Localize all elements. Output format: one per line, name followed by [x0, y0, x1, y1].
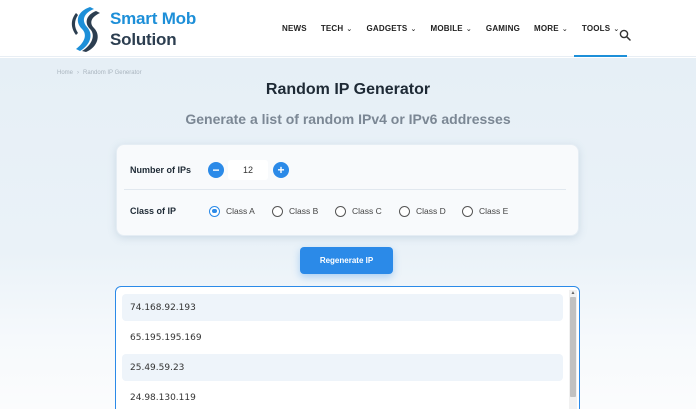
- logo-mark-icon: [71, 7, 100, 52]
- breadcrumb-home[interactable]: Home: [57, 70, 73, 76]
- radio-dot: [462, 205, 473, 217]
- nav-item-label: NEWS: [282, 24, 307, 33]
- radio-class-a[interactable]: Class A: [209, 205, 255, 217]
- options-divider: [124, 189, 566, 190]
- breadcrumb-separator: ›: [77, 70, 80, 76]
- nav-item-more[interactable]: MORE ⌄: [534, 0, 568, 57]
- radio-dot: [209, 205, 220, 217]
- increment-button[interactable]: +: [273, 162, 289, 178]
- radio-class-b[interactable]: Class B: [272, 205, 318, 217]
- nav-item-gaming[interactable]: GAMING: [486, 0, 520, 57]
- options-card: [116, 144, 579, 236]
- radio-class-e[interactable]: Class E: [462, 205, 508, 217]
- page-subtitle: Generate a list of random IPv4 or IPv6 a…: [185, 111, 511, 127]
- regenerate-ip-button[interactable]: Regenerate IP: [300, 247, 393, 274]
- radio-label: Class D: [416, 206, 446, 216]
- nav-item-gadgets[interactable]: GADGETS ⌄: [366, 0, 416, 57]
- breadcrumb: Home › Random IP Generator: [57, 70, 142, 76]
- minus-icon: −: [212, 163, 220, 177]
- ip-count-label: Number of IPs: [130, 165, 192, 175]
- radio-label: Class E: [479, 206, 509, 216]
- radio-label: Class A: [226, 206, 255, 216]
- main-nav: NEWS TECH ⌄ GADGETS ⌄ MOBILE ⌄ GAMING MO…: [270, 0, 627, 57]
- chevron-down-icon: ⌄: [561, 25, 568, 33]
- search-icon[interactable]: [619, 29, 631, 41]
- nav-item-label: GAMING: [485, 24, 520, 33]
- radio-dot: [272, 205, 283, 217]
- radio-dot: [399, 205, 410, 217]
- plus-icon: +: [277, 163, 285, 177]
- chevron-down-icon: ⌄: [410, 25, 417, 33]
- nav-item-label: MORE: [534, 24, 559, 33]
- nav-item-tools[interactable]: TOOLS ⌄: [573, 0, 627, 57]
- nav-item-mobile[interactable]: MOBILE ⌄: [431, 0, 472, 57]
- radio-label: Class B: [289, 206, 319, 216]
- chevron-down-icon: ⌄: [465, 25, 472, 33]
- chevron-down-icon: ⌄: [346, 25, 353, 33]
- site-header: Smart Mob Solution NEWS TECH ⌄ GADGETS ⌄…: [0, 0, 696, 57]
- breadcrumb-current: Random IP Generator: [83, 70, 142, 76]
- radio-label: Class C: [352, 206, 382, 216]
- site-logo[interactable]: Smart Mob Solution: [70, 5, 210, 53]
- radio-dot: [335, 205, 346, 217]
- ip-result-row: 74.168.92.193: [122, 294, 563, 321]
- radio-class-d[interactable]: Class D: [399, 205, 446, 217]
- nav-item-news[interactable]: NEWS: [282, 0, 307, 57]
- radio-class-c[interactable]: Class C: [335, 205, 382, 217]
- nav-item-label: MOBILE: [430, 24, 463, 33]
- ip-result-row: 65.195.195.169: [130, 332, 202, 343]
- ip-class-label: Class of IP: [130, 206, 177, 216]
- nav-item-label: TECH: [320, 24, 344, 33]
- page-title: Random IP Generator: [265, 81, 431, 98]
- ip-result-row: 24.98.130.119: [130, 392, 196, 403]
- nav-item-tech[interactable]: TECH ⌄: [321, 0, 353, 57]
- brand-line-2: Solution: [110, 30, 177, 49]
- decrement-button[interactable]: −: [208, 162, 224, 178]
- scroll-up-arrow-icon[interactable]: ▲: [569, 290, 577, 297]
- nav-item-label: TOOLS: [581, 24, 611, 33]
- ip-result-row: 25.49.59.23: [122, 354, 563, 381]
- nav-item-label: GADGETS: [366, 24, 408, 33]
- ip-count-input[interactable]: [228, 160, 268, 180]
- brand-line-1: Smart Mob: [110, 9, 197, 28]
- results-scrollbar-thumb[interactable]: [570, 297, 576, 397]
